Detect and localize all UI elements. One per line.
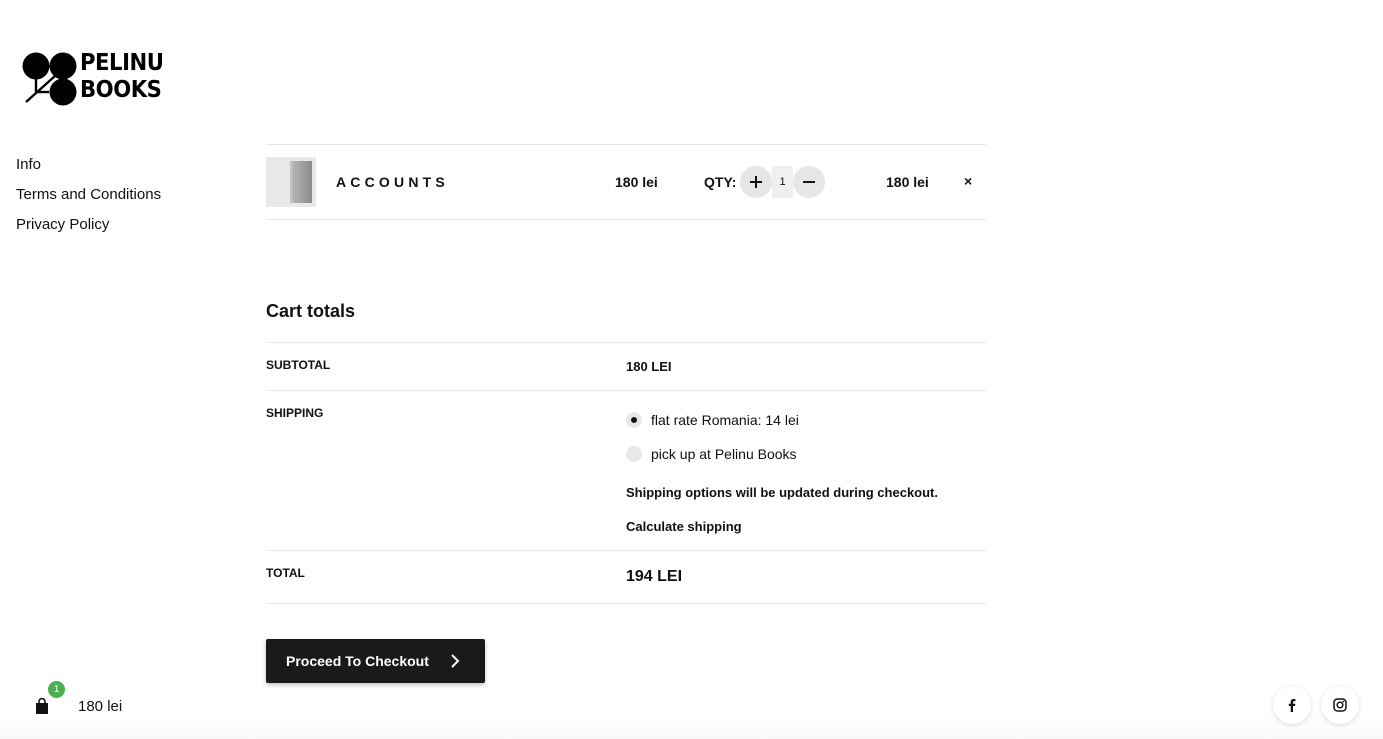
shipping-label: SHIPPING: [266, 406, 324, 420]
footer-bar: [0, 716, 1383, 739]
logo-tree-icon: [22, 52, 77, 106]
divider: [266, 342, 986, 343]
chevron-right-icon: [451, 654, 460, 668]
subtotal-label: SUBTOTAL: [266, 358, 331, 372]
minus-icon: [803, 181, 815, 183]
quantity-stepper: 1: [740, 166, 825, 198]
nav-link-terms[interactable]: Terms and Conditions: [16, 180, 161, 210]
nav-link-info[interactable]: Info: [16, 150, 161, 180]
total-value: 194 LEI: [626, 568, 683, 585]
divider: [266, 550, 986, 551]
shipping-note: Shipping options will be updated during …: [626, 485, 938, 500]
shipping-option-pickup-label[interactable]: pick up at Pelinu Books: [651, 446, 797, 462]
qty-label: QTY:: [704, 174, 737, 190]
shopping-bag-icon: [36, 698, 48, 714]
shipping-option-flat-rate-radio[interactable]: [626, 412, 642, 428]
subtotal-value: 180 LEI: [626, 359, 672, 374]
qty-value[interactable]: 1: [772, 166, 793, 198]
calculate-shipping-link[interactable]: Calculate shipping: [626, 519, 742, 534]
book-cover-front: [293, 161, 312, 203]
product-thumbnail[interactable]: [266, 157, 316, 207]
divider: [266, 219, 986, 220]
mini-cart-total: 180 lei: [78, 698, 123, 715]
nav-link-privacy[interactable]: Privacy Policy: [16, 210, 161, 240]
proceed-to-checkout-button[interactable]: Proceed To Checkout: [266, 639, 485, 683]
facebook-icon: [1288, 699, 1296, 712]
remove-item-button[interactable]: ×: [964, 173, 972, 189]
instagram-button[interactable]: [1321, 686, 1359, 724]
product-name[interactable]: ACCOUNTS: [336, 174, 449, 190]
instagram-icon: [1333, 698, 1347, 712]
side-nav: Info Terms and Conditions Privacy Policy: [16, 150, 161, 240]
shipping-option-flat-rate-label[interactable]: flat rate Romania: 14 lei: [651, 412, 799, 428]
line-total: 180 lei: [886, 174, 929, 190]
cart-item-row: ACCOUNTS 180 lei QTY: 1 180 lei ×: [266, 145, 986, 219]
facebook-button[interactable]: [1273, 686, 1311, 724]
logo-wordmark: PELINU BOOKS: [80, 50, 164, 104]
plus-icon: [750, 176, 762, 188]
divider: [266, 603, 986, 604]
logo-line-1: PELINU: [80, 50, 164, 76]
qty-increase-button[interactable]: [740, 166, 772, 198]
cart-count-badge: 1: [48, 681, 65, 698]
checkout-button-label: Proceed To Checkout: [286, 653, 429, 669]
qty-decrease-button[interactable]: [793, 166, 825, 198]
cart-totals-title: Cart totals: [266, 301, 356, 321]
logo-line-2: BOOKS: [80, 77, 162, 103]
shipping-option-pickup-radio[interactable]: [626, 446, 642, 462]
divider: [266, 390, 986, 391]
total-label: TOTAL: [266, 566, 305, 580]
brand-logo[interactable]: PELINU BOOKS: [21, 50, 164, 110]
unit-price: 180 lei: [615, 174, 658, 190]
